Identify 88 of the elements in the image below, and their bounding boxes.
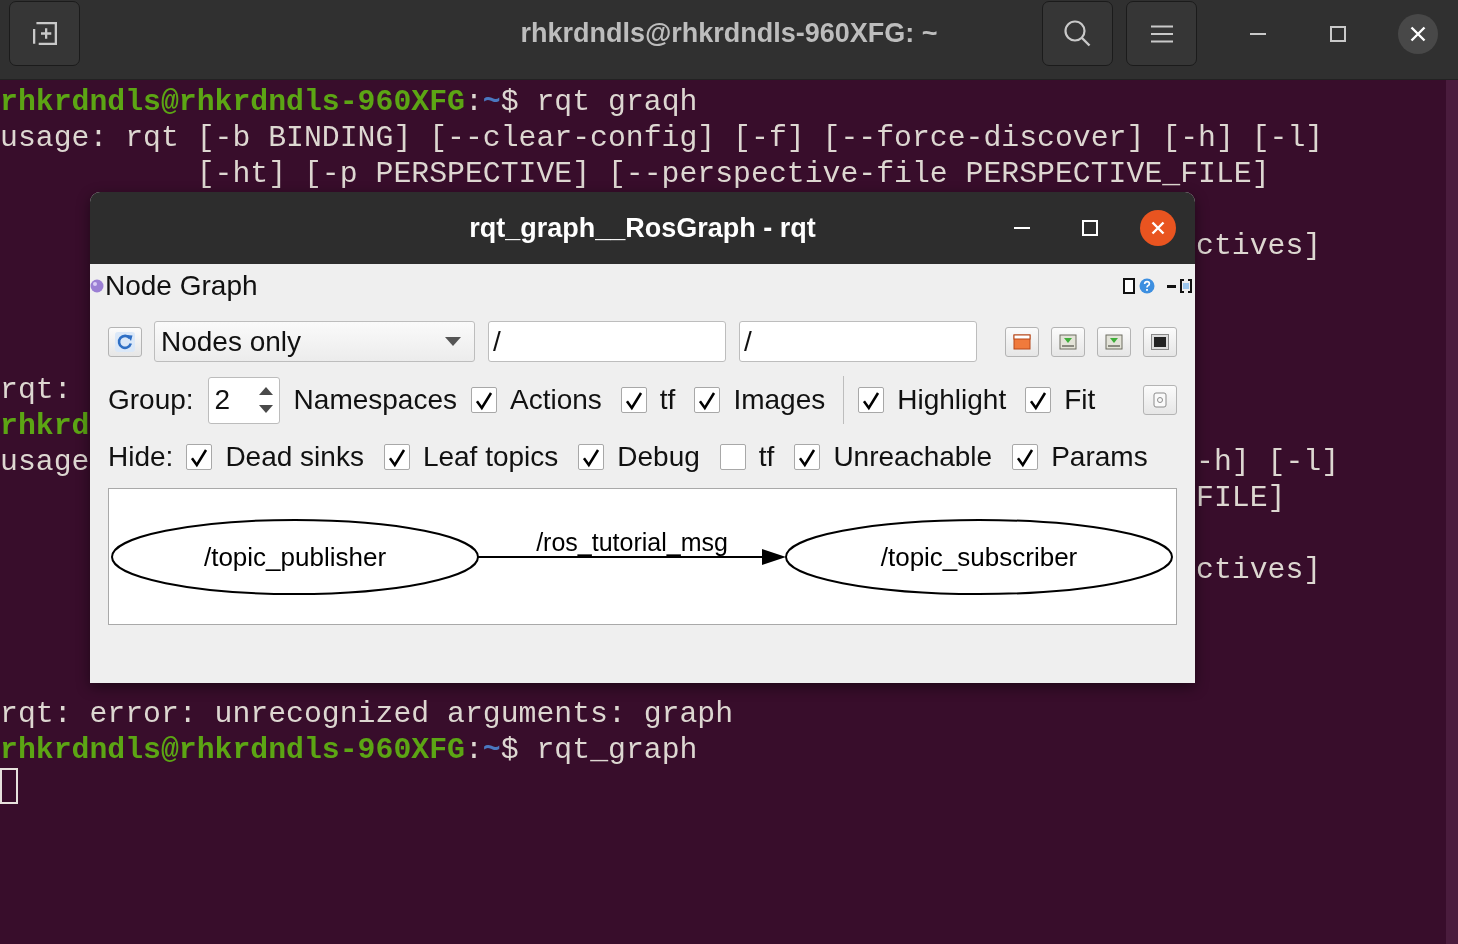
window-title: rhkrdndls@rhkrdndls-960XFG: ~ xyxy=(520,17,938,49)
caret-down-icon[interactable] xyxy=(258,405,273,413)
check-icon xyxy=(388,448,405,466)
close-icon xyxy=(1151,221,1165,235)
check-icon xyxy=(476,391,492,409)
checkbox[interactable] xyxy=(620,387,647,413)
checkbox[interactable] xyxy=(1012,444,1039,470)
maximize-icon xyxy=(1330,25,1346,42)
terminal-text: rhkrd xyxy=(0,408,90,444)
screen-icon xyxy=(1151,333,1169,350)
download-icon xyxy=(1105,333,1123,350)
document-icon xyxy=(1013,333,1031,350)
plugin-title: Node Graph xyxy=(105,270,258,302)
check-icon xyxy=(1030,391,1047,409)
terminal-text: ctives] xyxy=(1196,552,1322,588)
checkbox-label: tf xyxy=(659,384,676,416)
plugin-icon xyxy=(90,279,104,293)
checkbox-label: Images xyxy=(733,384,826,416)
checkbox-label: Unreachable xyxy=(833,441,993,473)
edge-label: /ros_tutorial_msg xyxy=(536,528,728,556)
graph-type-dropdown[interactable]: Nodes only xyxy=(154,321,475,362)
check-icon xyxy=(1017,448,1034,466)
search-button[interactable] xyxy=(1042,1,1113,66)
check-icon xyxy=(799,448,816,466)
filter-field[interactable]: / xyxy=(488,321,726,362)
checkbox[interactable] xyxy=(383,444,410,470)
checkbox-label: Debug xyxy=(617,441,700,473)
panel-icon[interactable] xyxy=(1123,278,1135,294)
minimize-icon xyxy=(1250,32,1266,35)
toolbar-button[interactable] xyxy=(1143,326,1177,357)
checkbox-label: Fit xyxy=(1064,384,1096,416)
caret-icon xyxy=(445,337,461,346)
checkbox-label: Dead sinks xyxy=(225,441,364,473)
float-icon[interactable] xyxy=(1180,279,1192,293)
check-icon xyxy=(191,448,208,466)
window-title: rqt_graph__RosGraph - rqt xyxy=(469,212,816,244)
download-icon xyxy=(1059,333,1077,350)
checkbox-label: Params xyxy=(1051,441,1148,473)
menu-icon xyxy=(1150,24,1173,43)
menu-button[interactable] xyxy=(1126,1,1197,66)
checkbox[interactable] xyxy=(719,444,746,470)
search-icon xyxy=(1064,20,1091,47)
maximize-icon xyxy=(1082,220,1098,236)
checkbox-label: Actions xyxy=(510,384,602,416)
group-label: Group: xyxy=(108,384,194,416)
page-icon xyxy=(1153,392,1167,408)
caret-up-icon[interactable] xyxy=(258,387,273,395)
minimize-icon[interactable] xyxy=(1167,284,1176,288)
new-tab-button[interactable] xyxy=(9,1,80,66)
checkbox-label: tf xyxy=(758,441,775,473)
terminal-text: usage xyxy=(0,444,90,480)
check-icon xyxy=(583,448,600,466)
checkbox[interactable] xyxy=(471,387,497,413)
minimize-icon xyxy=(1014,227,1030,229)
close-button[interactable] xyxy=(1140,210,1176,246)
terminal-text: -h] [-l] xyxy=(1196,444,1340,480)
node-label: /topic_publisher xyxy=(203,542,387,572)
scrollbar-track[interactable] xyxy=(1446,80,1458,944)
checkbox-label: Highlight xyxy=(897,384,1007,416)
terminal-text: ctives] xyxy=(1196,228,1322,264)
output-line: usage: rqt [-b BINDING] [--clear-config] [-f] [--force-discover] [-h] [-l] xyxy=(0,120,1324,156)
prompt-line: rhkrdndls@rhkrdndls-960XFG:~$ rqt_graph xyxy=(0,732,698,768)
filter-field[interactable]: / xyxy=(739,321,977,362)
refresh-button[interactable] xyxy=(108,326,142,357)
terminal-text: rqt: xyxy=(0,372,72,408)
checkbox[interactable] xyxy=(186,444,213,470)
checkbox-label: Leaf topics xyxy=(422,441,559,473)
checkbox[interactable] xyxy=(1025,387,1052,413)
check-icon xyxy=(863,391,880,409)
checkbox[interactable] xyxy=(858,387,885,413)
terminal-cursor xyxy=(0,768,18,804)
checkbox[interactable] xyxy=(578,444,605,470)
prompt-line: rhkrdndls@rhkrdndls-960XFG:~$ rqt graqh xyxy=(0,84,698,120)
namespaces-label: Namespaces xyxy=(293,384,457,416)
terminal-text: FILE] xyxy=(1196,480,1286,516)
checkbox[interactable] xyxy=(694,387,721,413)
checkbox[interactable] xyxy=(794,444,821,470)
group-spinbox[interactable]: 2 xyxy=(207,376,280,424)
check-icon xyxy=(625,391,642,409)
refresh-icon xyxy=(115,331,135,352)
node-label: /topic_subscriber xyxy=(880,542,1078,572)
hide-label: Hide: xyxy=(108,441,174,473)
plus-square-icon xyxy=(32,22,57,45)
close-icon xyxy=(1410,25,1426,42)
output-line: rqt: error: unrecognized arguments: graph xyxy=(0,696,734,732)
close-button[interactable] xyxy=(1398,13,1438,54)
check-icon xyxy=(699,391,716,409)
output-line: [-ht] [-p PERSPECTIVE] [--perspective-file PERSPECTIVE_FILE] xyxy=(196,156,1270,192)
